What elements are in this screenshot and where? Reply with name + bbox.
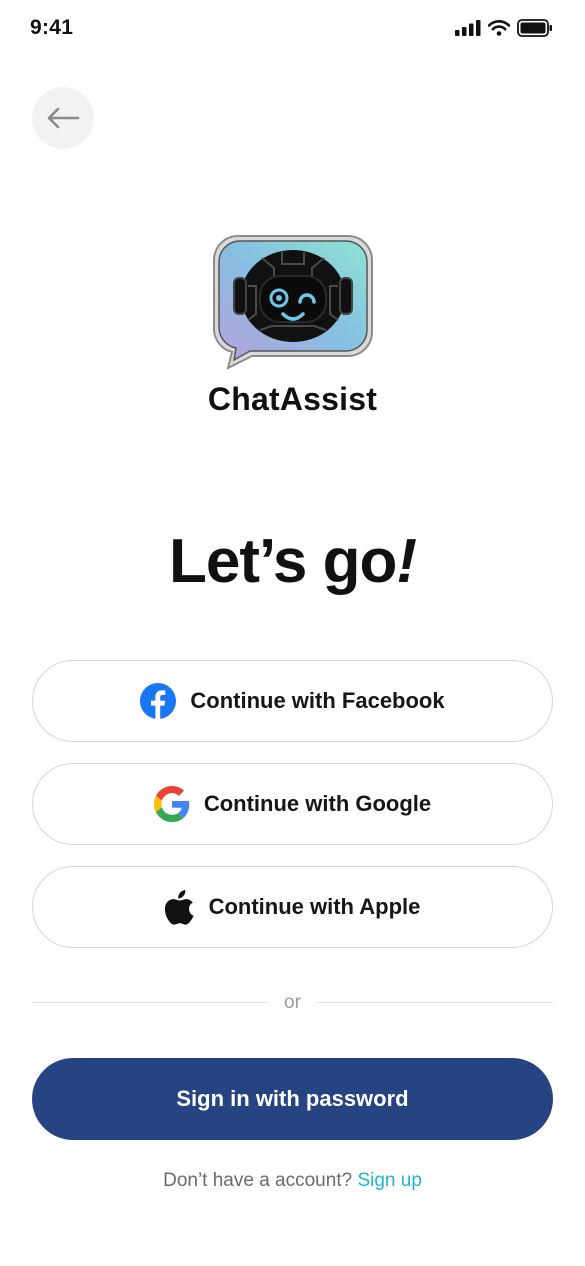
apple-icon: [164, 890, 194, 925]
signup-row: Don’t have a account? Sign up: [0, 1170, 585, 1192]
divider-line-right: [316, 1002, 553, 1003]
status-icons: [455, 19, 553, 37]
headline-text: Let’s go: [168, 527, 397, 596]
sign-up-link[interactable]: Sign up: [357, 1170, 421, 1191]
continue-with-apple-button[interactable]: Continue with Apple: [32, 866, 553, 948]
headline-exclamation: !: [396, 527, 417, 596]
status-time: 9:41: [30, 16, 74, 39]
divider-text: or: [284, 992, 301, 1013]
facebook-button-label: Continue with Facebook: [190, 688, 445, 713]
status-bar: 9:41: [0, 0, 585, 56]
signal-icon: [455, 20, 481, 36]
google-button-label: Continue with Google: [203, 791, 432, 816]
apple-button-label: Continue with Apple: [208, 894, 421, 919]
arrow-left-icon: [47, 107, 80, 129]
google-icon: [153, 786, 190, 822]
page-title: Let’s go!: [0, 526, 585, 597]
sign-in-with-password-button[interactable]: Sign in with password: [32, 1058, 553, 1140]
facebook-icon: [140, 683, 177, 719]
continue-with-facebook-button[interactable]: Continue with Facebook: [32, 660, 553, 742]
wifi-icon: [488, 20, 510, 36]
back-button[interactable]: [32, 87, 94, 149]
app-logo: [212, 234, 374, 370]
robot-chat-logo: [213, 235, 373, 370]
continue-with-google-button[interactable]: Continue with Google: [32, 763, 553, 845]
app-name: ChatAssist: [207, 381, 378, 417]
or-divider: or: [32, 992, 553, 1014]
signup-prompt: Don’t have a account?: [163, 1170, 353, 1191]
battery-icon: [517, 19, 552, 37]
